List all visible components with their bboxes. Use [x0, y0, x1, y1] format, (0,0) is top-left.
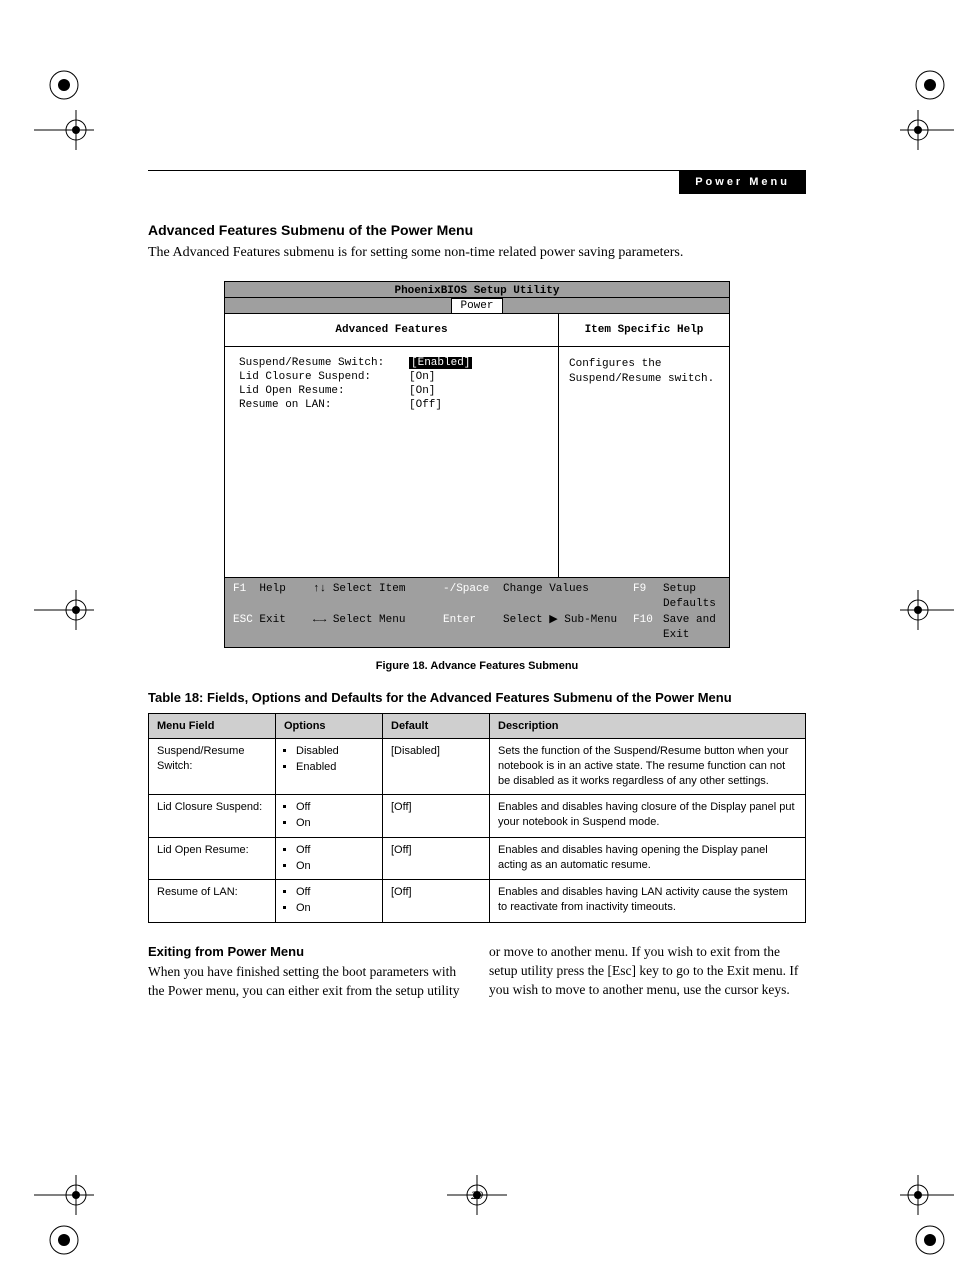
option-item: On [296, 901, 374, 916]
key-enter: Enter [443, 613, 476, 628]
bios-left-title: Advanced Features [225, 314, 558, 347]
bios-item: Suspend/Resume Switch: [Enabled] [239, 357, 544, 369]
cell-options: OffOn [276, 837, 383, 880]
cell-field: Resume of LAN: [149, 880, 276, 923]
bios-settings-list: Suspend/Resume Switch: [Enabled] Lid Clo… [225, 347, 558, 577]
intro-text: The Advanced Features submenu is for set… [148, 244, 806, 263]
bios-item-value: [On] [409, 371, 435, 383]
bios-screenshot: PhoenixBIOS Setup Utility Power Advanced… [224, 281, 730, 649]
cell-description: Sets the function of the Suspend/Resume … [490, 739, 806, 795]
option-item: Off [296, 800, 374, 815]
page-content: Advanced Features Submenu of the Power M… [148, 222, 806, 1001]
bios-item-label: Lid Closure Suspend: [239, 371, 409, 383]
cell-options: DisabledEnabled [276, 739, 383, 795]
option-item: Off [296, 843, 374, 858]
key-esc: ESC [233, 613, 253, 628]
page-number: 29 [0, 1188, 954, 1203]
cell-description: Enables and disables having closure of t… [490, 794, 806, 837]
key-updown: ↑↓ [313, 582, 326, 597]
cell-default: [Off] [383, 880, 490, 923]
bios-footer: F1 Help ↑↓ Select Item -/Space Change Va… [225, 578, 729, 648]
bios-item: Lid Open Resume: [On] [239, 385, 544, 397]
crop-mark-tl [34, 60, 74, 100]
key-f9: F9 [633, 582, 646, 597]
bios-item-label: Resume on LAN: [239, 399, 409, 411]
section-tag: Power Menu [679, 170, 806, 194]
key-leftright: ←→ [313, 613, 326, 628]
crop-mark-ml [34, 590, 74, 630]
key-f1: F1 [233, 582, 246, 597]
bios-item-value: [Off] [409, 399, 442, 411]
th-menu-field: Menu Field [149, 714, 276, 739]
th-description: Description [490, 714, 806, 739]
option-item: Disabled [296, 744, 374, 759]
bios-item-value: [On] [409, 385, 435, 397]
cell-options: OffOn [276, 880, 383, 923]
bios-item: Resume on LAN: [Off] [239, 399, 544, 411]
bios-title: PhoenixBIOS Setup Utility [225, 282, 729, 298]
exit-section: Exiting from Power Menu When you have fi… [148, 943, 806, 1001]
options-table: Menu Field Options Default Description S… [148, 713, 806, 923]
key-f10: F10 [633, 613, 653, 628]
option-item: On [296, 859, 374, 874]
table-row: Suspend/Resume Switch:DisabledEnabled[Di… [149, 739, 806, 795]
option-item: Off [296, 885, 374, 900]
bios-item: Lid Closure Suspend: [On] [239, 371, 544, 383]
cell-options: OffOn [276, 794, 383, 837]
bios-item-label: Lid Open Resume: [239, 385, 409, 397]
bios-item-label: Suspend/Resume Switch: [239, 357, 409, 369]
bios-help-text: Configures the Suspend/Resume switch. [559, 347, 729, 577]
table-row: Resume of LAN:OffOn[Off]Enables and disa… [149, 880, 806, 923]
bios-tab-power: Power [451, 298, 502, 313]
figure-caption: Figure 18. Advance Features Submenu [148, 660, 806, 672]
cell-description: Enables and disables having opening the … [490, 837, 806, 880]
cell-field: Lid Open Resume: [149, 837, 276, 880]
cell-field: Lid Closure Suspend: [149, 794, 276, 837]
table-row: Lid Closure Suspend:OffOn[Off]Enables an… [149, 794, 806, 837]
submenu-heading: Advanced Features Submenu of the Power M… [148, 222, 806, 238]
cell-default: [Off] [383, 837, 490, 880]
option-item: On [296, 816, 374, 831]
th-default: Default [383, 714, 490, 739]
option-item: Enabled [296, 760, 374, 775]
th-options: Options [276, 714, 383, 739]
table-row: Lid Open Resume:OffOn[Off]Enables and di… [149, 837, 806, 880]
key-minus-space: -/Space [443, 582, 489, 597]
exit-heading: Exiting from Power Menu [148, 943, 465, 961]
bios-item-value: [Enabled] [409, 357, 472, 369]
cell-description: Enables and disables having LAN activity… [490, 880, 806, 923]
cell-default: [Disabled] [383, 739, 490, 795]
table-title: Table 18: Fields, Options and Defaults f… [148, 690, 806, 705]
bios-tab-row: Power [225, 298, 729, 314]
crop-mark-mr [900, 590, 940, 630]
cell-field: Suspend/Resume Switch: [149, 739, 276, 795]
bios-help-title: Item Specific Help [559, 314, 729, 347]
crop-mark-tr [900, 60, 940, 100]
cell-default: [Off] [383, 794, 490, 837]
